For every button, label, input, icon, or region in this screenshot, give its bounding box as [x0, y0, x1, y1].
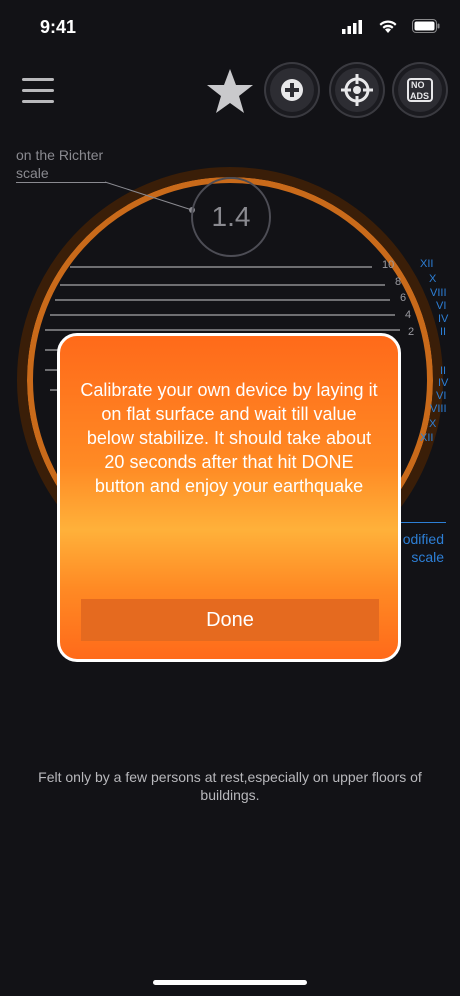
wifi-icon — [379, 20, 397, 33]
no-ads-text-top: NO — [411, 80, 425, 90]
roman-numeral: IV — [438, 313, 449, 325]
menu-icon[interactable] — [22, 78, 54, 104]
no-ads-text-bottom: ADS — [410, 91, 430, 101]
modified-scale-label: odified scale — [398, 530, 444, 566]
scale-number: 10 — [382, 259, 395, 271]
status-time: 9:41 — [40, 17, 77, 37]
star-icon[interactable] — [206, 68, 254, 114]
roman-numeral: II — [440, 365, 447, 377]
scale-number: 6 — [400, 292, 407, 304]
roman-numeral: VI — [436, 390, 447, 402]
scale-number: 4 — [405, 309, 412, 321]
status-bar: 9:41 — [0, 0, 460, 50]
no-ads-icon — [407, 78, 433, 102]
intensity-description: Felt only by a few persons at rest,espec… — [38, 769, 422, 803]
home-indicator[interactable] — [153, 980, 307, 985]
richter-label-line2: scale — [16, 165, 49, 181]
roman-numeral: VIII — [430, 403, 447, 415]
no-ads-button[interactable]: NO ADS — [398, 68, 442, 112]
add-icon — [281, 79, 303, 101]
roman-numeral: IV — [438, 377, 449, 389]
modified-label-line1: odified — [402, 531, 444, 547]
calibration-dialog: Calibrate your own device by laying it o… — [57, 333, 401, 662]
roman-numeral: VI — [436, 300, 447, 312]
scale-number: 8 — [395, 276, 402, 288]
richter-label: on the Richter scale — [16, 146, 103, 182]
magnitude-value: 1.4 — [191, 177, 271, 257]
calibrate-button[interactable] — [335, 68, 379, 112]
roman-numeral: X — [429, 273, 437, 285]
richter-underline — [16, 182, 106, 183]
scale-number: 2 — [408, 326, 415, 338]
modified-scale-underline — [400, 522, 446, 523]
roman-numeral: II — [440, 326, 447, 338]
calibration-message: Calibrate your own device by laying it o… — [80, 380, 378, 496]
battery-icon — [412, 19, 440, 33]
target-icon — [341, 74, 373, 106]
modified-label-line2: scale — [411, 549, 444, 565]
roman-numeral: XII — [420, 432, 434, 444]
done-button[interactable]: Done — [81, 599, 379, 641]
add-button[interactable] — [270, 68, 314, 112]
cellular-signal-icon — [342, 20, 362, 34]
roman-numeral: X — [429, 418, 437, 430]
roman-numeral: XII — [420, 258, 434, 270]
richter-label-line1: on the Richter — [16, 147, 104, 163]
roman-numeral: VIII — [430, 287, 447, 299]
